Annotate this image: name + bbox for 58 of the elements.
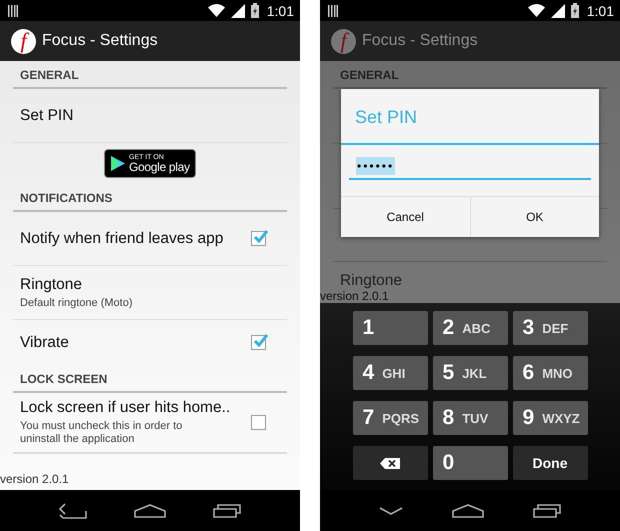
checkbox[interactable] bbox=[251, 231, 266, 246]
chevron-down-icon[interactable] bbox=[379, 506, 404, 514]
app-logo: f bbox=[331, 28, 356, 54]
setting-title: Ringtone bbox=[340, 272, 402, 290]
settings-row[interactable]: Ringtone Default ringtone (Moto) bbox=[13, 266, 287, 320]
keypad-key[interactable]: 7 PQRS bbox=[352, 401, 428, 435]
app-title: Focus - Settings bbox=[362, 32, 478, 50]
status-time: 1:01 bbox=[586, 2, 614, 18]
back-icon[interactable] bbox=[58, 502, 87, 518]
keypad-key[interactable]: 3 DEF bbox=[512, 311, 588, 345]
setting-title: Vibrate bbox=[20, 334, 70, 352]
settings-row[interactable]: Notify when friend leaves app bbox=[13, 212, 287, 266]
battery-icon bbox=[250, 3, 259, 18]
signal-icon bbox=[230, 4, 245, 18]
keypad-key[interactable]: 0 bbox=[432, 446, 508, 480]
keypad-key[interactable]: 8 TUV bbox=[432, 401, 508, 435]
backspace-icon bbox=[380, 458, 400, 468]
battery-icon bbox=[570, 3, 579, 18]
setting-summary: You must uncheck this in order to uninstall the application bbox=[20, 420, 184, 446]
keypad-key[interactable]: 5 JKL bbox=[432, 356, 508, 390]
dialog-button[interactable]: Cancel bbox=[341, 197, 470, 237]
keypad-key[interactable]: 2 ABC bbox=[432, 311, 508, 345]
wifi-icon bbox=[208, 4, 225, 17]
keypad-key[interactable]: 4 GHI bbox=[352, 356, 428, 390]
setting-title: Lock screen if user hits home.. bbox=[20, 399, 232, 418]
keypad-key[interactable]: 1 bbox=[352, 311, 428, 345]
signal-icon bbox=[550, 4, 565, 18]
section-header: LOCK SCREEN bbox=[13, 365, 287, 393]
settings-row[interactable]: Lock screen if user hits home.. You must uncheck this in order to uninstall the application bbox=[13, 393, 287, 453]
dialog-button[interactable]: OK bbox=[470, 197, 599, 237]
setting-title: Ringtone bbox=[20, 276, 84, 294]
recents-icon[interactable] bbox=[532, 504, 561, 518]
setting-title: Set PIN bbox=[20, 106, 74, 124]
pin-input-field[interactable]: •••••• bbox=[349, 154, 591, 180]
settings-row[interactable]: Vibrate bbox=[13, 320, 287, 365]
app-logo: f bbox=[11, 28, 36, 54]
recents-icon[interactable] bbox=[213, 504, 242, 518]
home-icon[interactable] bbox=[134, 504, 166, 518]
setting-summary: Default ringtone (Moto) bbox=[20, 296, 134, 310]
app-title: Focus - Settings bbox=[42, 32, 158, 50]
keypad-key[interactable]: 6 MNO bbox=[512, 356, 588, 390]
keypad-key[interactable]: 9 WXYZ bbox=[512, 401, 588, 435]
section-header: NOTIFICATIONS bbox=[13, 184, 287, 212]
version-label: version 2.0.1 bbox=[0, 473, 69, 488]
status-time: 1:01 bbox=[266, 2, 294, 18]
settings-row[interactable]: Set PIN bbox=[13, 89, 287, 143]
notification-icon bbox=[8, 4, 18, 16]
section-header: GENERAL bbox=[13, 61, 287, 89]
checkbox[interactable] bbox=[251, 415, 266, 430]
wifi-icon bbox=[528, 4, 545, 17]
backspace-key[interactable] bbox=[352, 446, 428, 480]
home-icon[interactable] bbox=[452, 504, 484, 518]
dialog-title: Set PIN bbox=[341, 89, 599, 145]
done-key[interactable]: Done bbox=[512, 446, 588, 480]
version-label: version 2.0.1 bbox=[320, 290, 389, 304]
notification-icon bbox=[328, 4, 338, 16]
checkbox[interactable] bbox=[251, 335, 266, 350]
setting-title: Notify when friend leaves app bbox=[20, 230, 224, 248]
